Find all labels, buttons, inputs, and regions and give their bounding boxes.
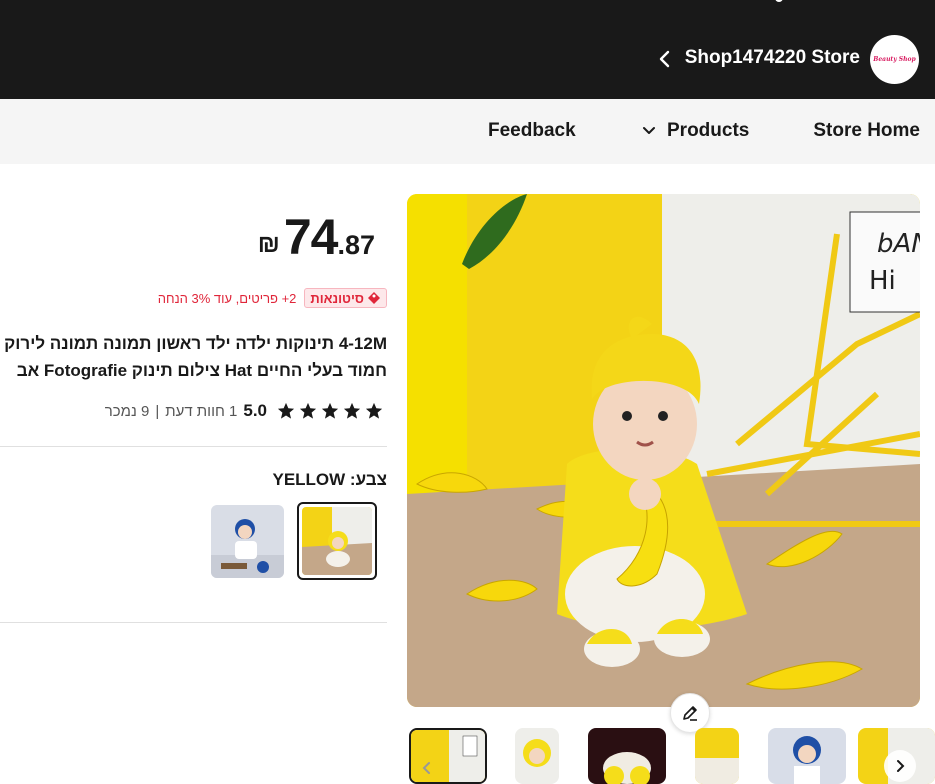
svg-text:Hi: Hi	[869, 266, 896, 296]
color-swatch-yellow[interactable]	[297, 502, 377, 580]
wholesale-badge[interactable]: סיטונאות	[304, 288, 387, 308]
chevron-left-icon[interactable]	[419, 760, 435, 776]
svg-text:bAN: bAN	[877, 229, 920, 259]
edit-pencil-icon	[683, 706, 697, 721]
rating-score: 5.0	[243, 401, 267, 420]
divider	[0, 446, 387, 447]
product-title: 4-12M תינוקות ילדה ילד ראשון תמונה תמונה…	[0, 330, 387, 384]
thumbnail-next-button[interactable]	[884, 750, 916, 782]
color-swatch-blue[interactable]	[211, 505, 284, 578]
star-icon	[277, 402, 295, 419]
rating-separator: |	[155, 402, 160, 420]
wholesale-promo: סיטונאות 2+ פריטים, עוד 3% הנחה	[158, 288, 387, 308]
price-integer: 74	[283, 209, 339, 265]
nav-products[interactable]: Products	[667, 120, 749, 142]
star-icon	[365, 402, 383, 419]
reviews-count[interactable]: 1 חוות דעת	[165, 403, 237, 420]
product-rating: 5.0 1 חוות דעת | 9 נמכר	[105, 401, 383, 421]
thumbnail-5[interactable]	[768, 728, 846, 784]
color-label: צבע: YELLOW	[272, 470, 387, 489]
cutoff-glyph	[775, 0, 783, 2]
chevron-down-icon[interactable]	[642, 124, 656, 138]
edit-image-button[interactable]	[670, 693, 710, 733]
sold-count: 9 נמכר	[104, 402, 150, 420]
promo-text: 2+ פריטים, עוד 3% הנחה	[157, 290, 297, 306]
store-nav-bar	[0, 99, 935, 164]
rating-stars	[277, 402, 383, 420]
price-decimal: .87	[337, 230, 375, 260]
store-logo-text: Beauty Shop	[873, 56, 916, 63]
divider	[0, 622, 387, 623]
star-icon	[321, 402, 339, 419]
wholesale-badge-label: סיטונאות	[310, 290, 364, 306]
thumbnail-2[interactable]	[515, 728, 559, 784]
nav-store-home[interactable]: Store Home	[813, 120, 920, 142]
product-price: ₪74.87	[258, 208, 375, 266]
thumbnail-3[interactable]	[588, 728, 666, 784]
wholesale-tag-icon	[368, 292, 380, 304]
product-title-line-2: חמוד בעלי החיים Hat צילום תינוק Fotograf…	[16, 361, 387, 380]
store-name[interactable]: Shop1474220 Store	[685, 47, 860, 69]
price-currency: ₪	[257, 230, 280, 258]
store-logo[interactable]: Beauty Shop	[870, 35, 919, 84]
nav-feedback[interactable]: Feedback	[488, 120, 576, 142]
star-icon	[299, 402, 317, 419]
chevron-right-icon	[897, 760, 905, 772]
main-product-image[interactable]: bAN Hi	[407, 194, 920, 707]
back-chevron-icon[interactable]	[657, 50, 673, 68]
thumbnail-4[interactable]	[695, 728, 739, 784]
product-title-line-1: 4-12M תינוקות ילדה ילד ראשון תמונה תמונה…	[4, 334, 387, 353]
star-icon	[343, 402, 361, 419]
